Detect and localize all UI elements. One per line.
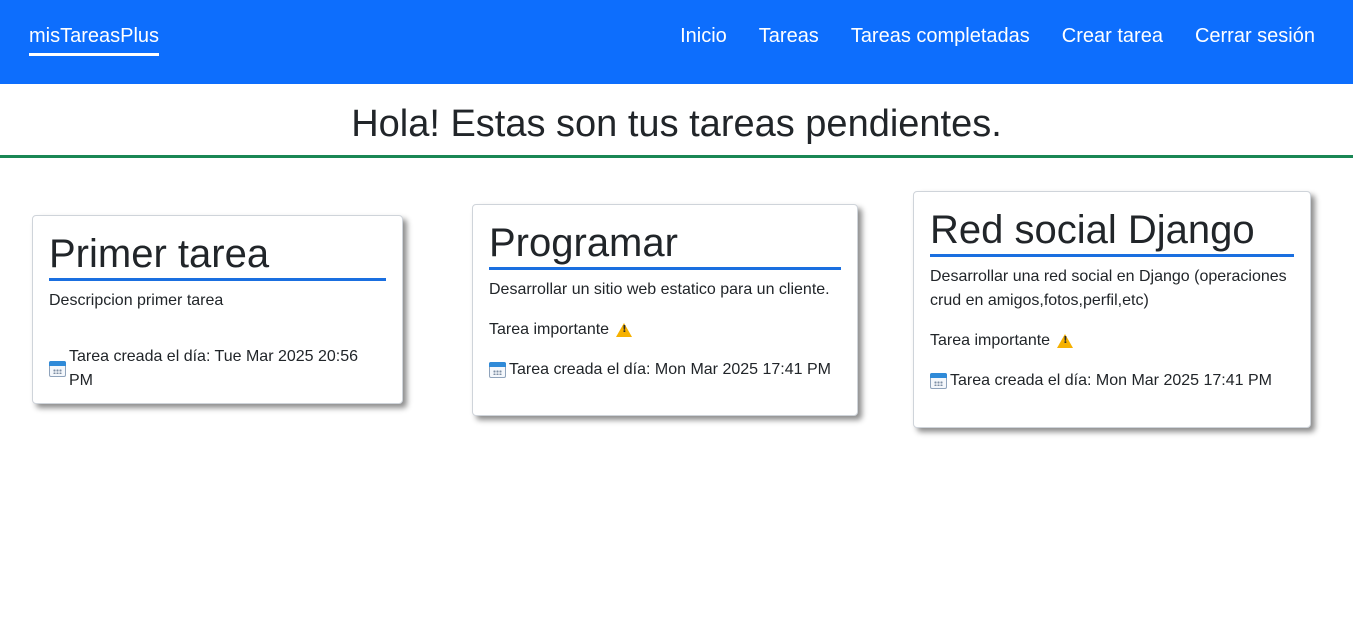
task-created-date: Tarea creada el día: Tue Mar 2025 20:56 … bbox=[49, 345, 386, 393]
navbar: misTareasPlus Inicio Tareas Tareas compl… bbox=[0, 0, 1353, 84]
nav-link-crear-tarea[interactable]: Crear tarea bbox=[1062, 24, 1163, 48]
task-created-text: Tarea creada el día: Tue Mar 2025 20:56 … bbox=[68, 348, 359, 389]
nav-link-cerrar-sesion[interactable]: Cerrar sesión bbox=[1195, 24, 1315, 48]
warning-icon bbox=[1057, 334, 1074, 348]
task-description: Desarrollar un sitio web estatico para u… bbox=[489, 281, 830, 298]
task-title: Primer tarea bbox=[49, 232, 386, 281]
warning-icon bbox=[616, 323, 633, 337]
brand-link[interactable]: misTareasPlus bbox=[29, 24, 160, 56]
nav-link-tareas[interactable]: Tareas bbox=[759, 24, 819, 48]
page-title: Hola! Estas son tus tareas pendientes. bbox=[351, 103, 1002, 145]
calendar-icon bbox=[930, 373, 947, 389]
page-heading: Hola! Estas son tus tareas pendientes. bbox=[0, 84, 1353, 158]
nav-link-tareas-completadas[interactable]: Tareas completadas bbox=[851, 24, 1030, 48]
task-title: Red social Django bbox=[930, 208, 1294, 257]
nav-links: Inicio Tareas Tareas completadas Crear t… bbox=[648, 24, 1315, 48]
task-created-text: Tarea creada el día: Mon Mar 2025 17:41 … bbox=[509, 361, 831, 378]
task-important-label: Tarea importante bbox=[489, 321, 610, 338]
task-important: Tarea importante bbox=[930, 329, 1294, 353]
calendar-icon bbox=[49, 361, 66, 377]
task-description: Desarrollar una red social en Django (op… bbox=[930, 268, 1287, 309]
task-title: Programar bbox=[489, 221, 841, 270]
task-important-label: Tarea importante bbox=[930, 332, 1051, 349]
calendar-icon bbox=[489, 362, 506, 378]
nav-link-inicio[interactable]: Inicio bbox=[680, 24, 727, 48]
task-card: Red social Django Desarrollar una red so… bbox=[913, 191, 1311, 428]
task-created-date: Tarea creada el día: Mon Mar 2025 17:41 … bbox=[489, 358, 841, 382]
task-important: Tarea importante bbox=[489, 318, 841, 342]
task-card: Programar Desarrollar un sitio web estat… bbox=[472, 204, 858, 416]
task-created-date: Tarea creada el día: Mon Mar 2025 17:41 … bbox=[930, 369, 1294, 393]
task-description: Descripcion primer tarea bbox=[49, 292, 224, 309]
task-card: Primer tarea Descripcion primer tarea Ta… bbox=[32, 215, 403, 404]
task-created-text: Tarea creada el día: Mon Mar 2025 17:41 … bbox=[950, 372, 1272, 389]
